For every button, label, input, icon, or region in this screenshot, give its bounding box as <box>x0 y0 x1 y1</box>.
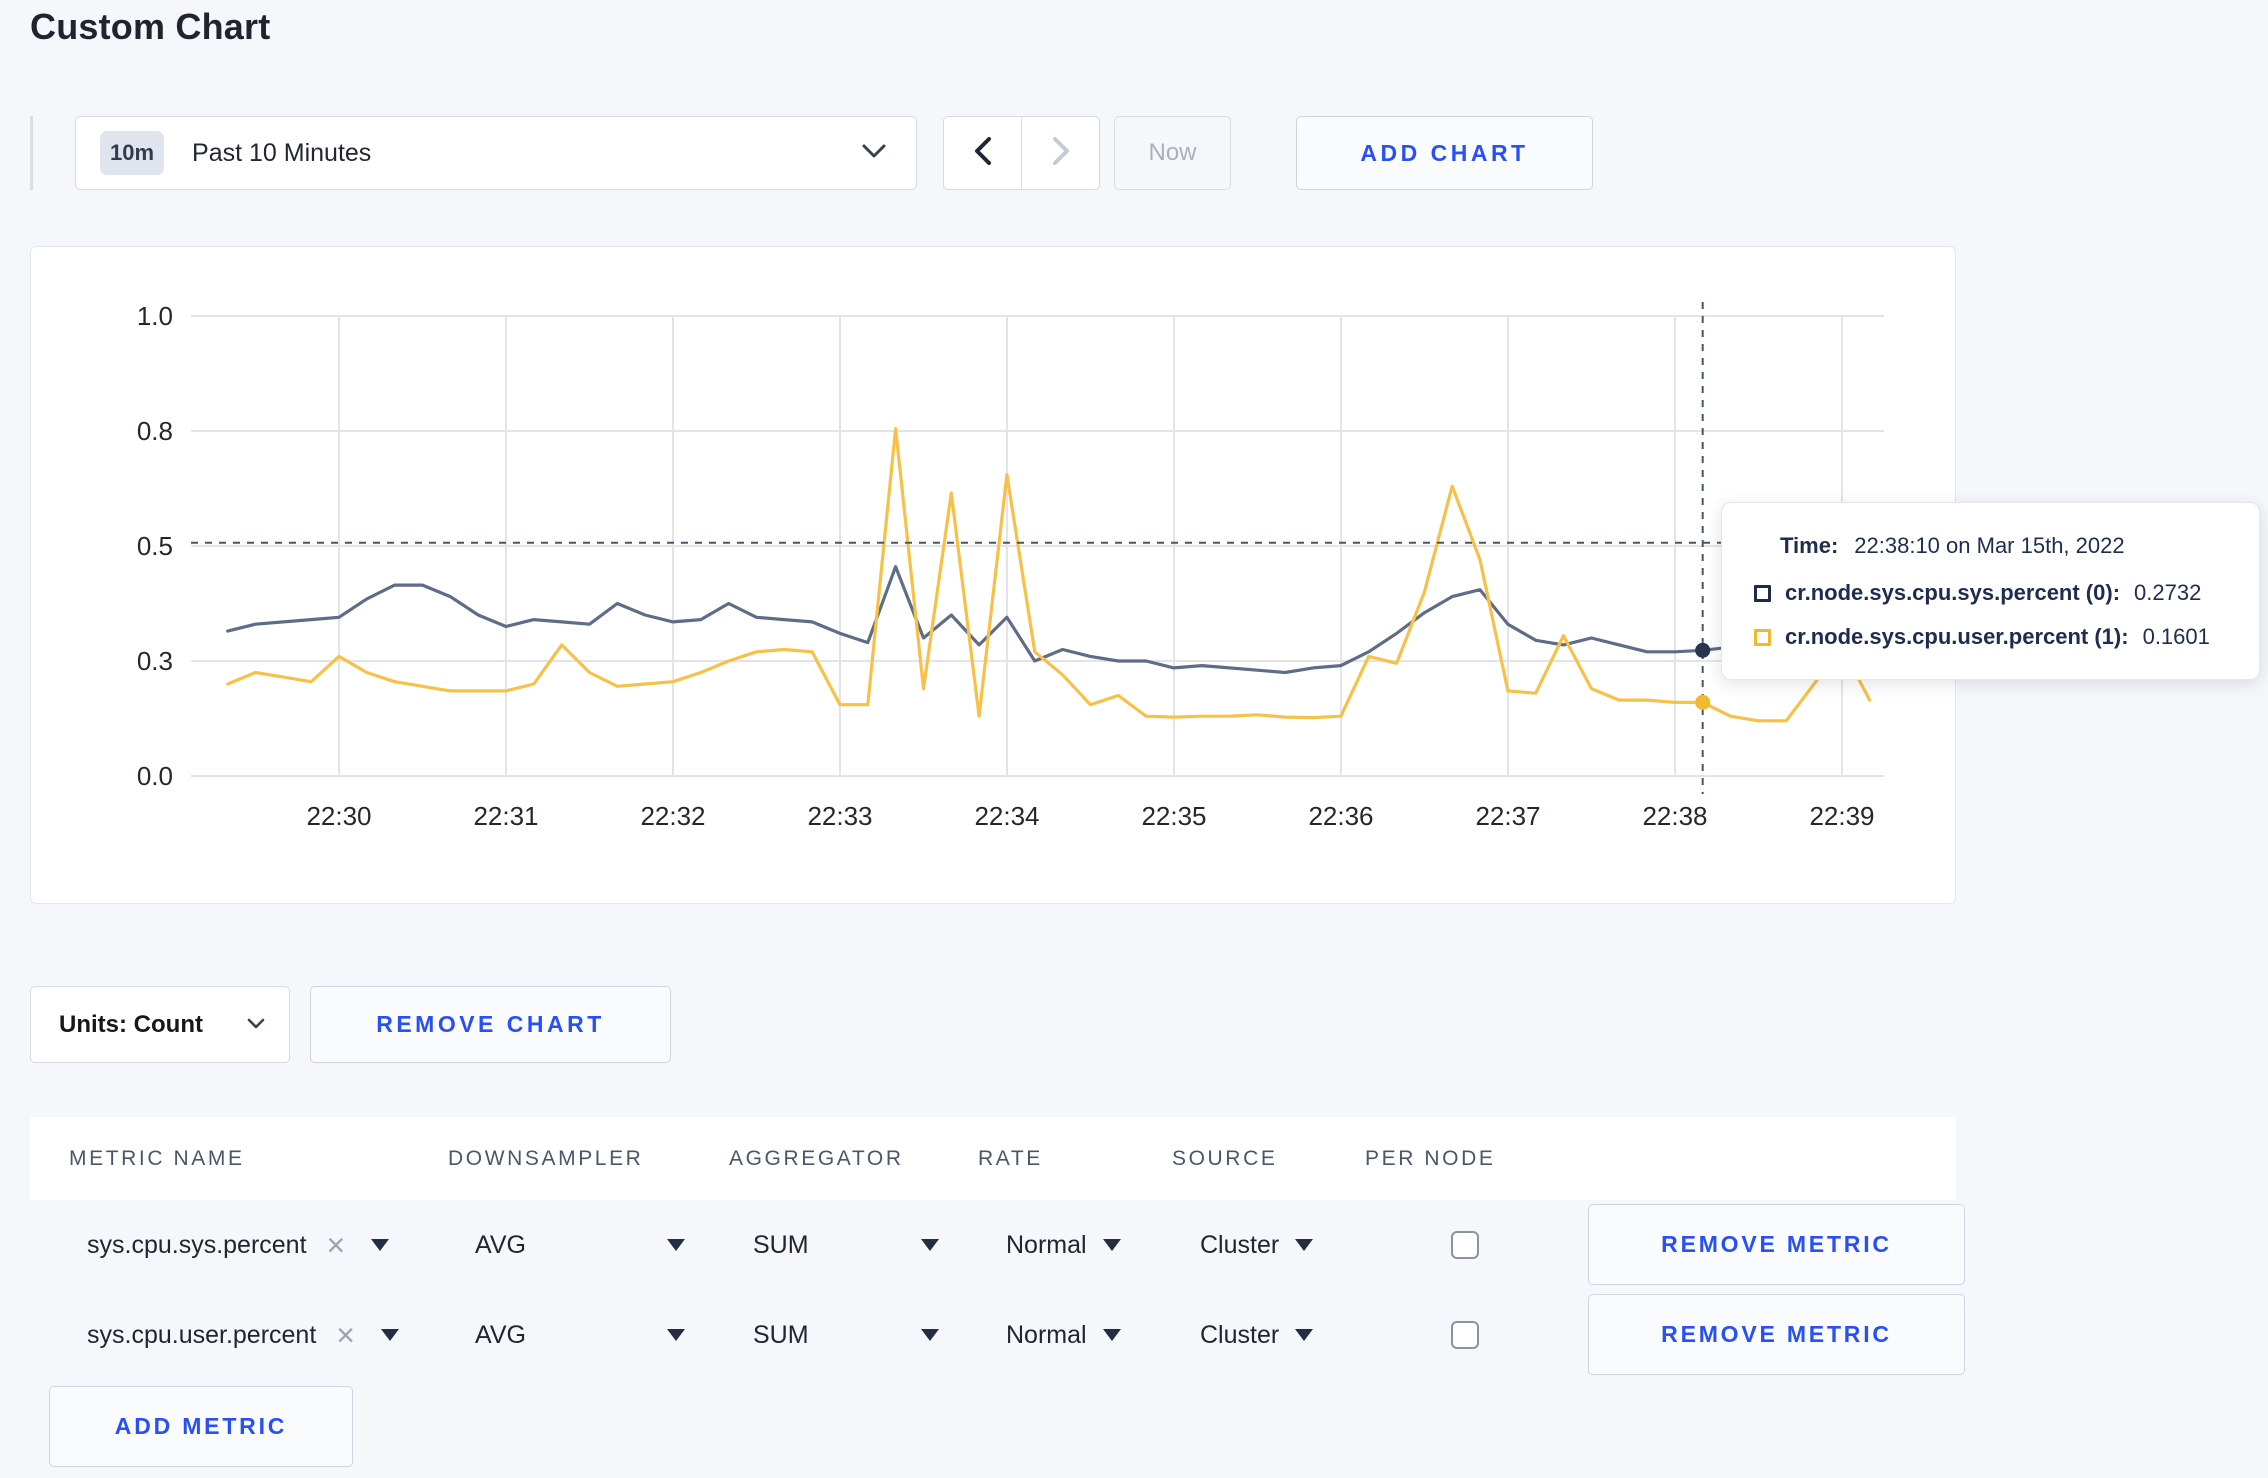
dropdown-arrow-icon <box>667 1239 685 1251</box>
tooltip-series-value: 0.2732 <box>2134 580 2202 605</box>
metric-row: sys.cpu.sys.percent × AVG SUM Normal Clu… <box>30 1200 1965 1290</box>
chart-tooltip: Time: 22:38:10 on Mar 15th, 2022 cr.node… <box>1721 502 2260 680</box>
series-swatch-icon <box>1754 628 1771 646</box>
metric-name-value: sys.cpu.user.percent <box>87 1320 317 1349</box>
tooltip-series-name: cr.node.sys.cpu.sys.percent (0): <box>1785 580 2121 605</box>
remove-metric-button[interactable]: REMOVE METRIC <box>1588 1294 1965 1375</box>
rate-value: Normal <box>1006 1320 1087 1349</box>
source-select[interactable]: Cluster <box>1200 1200 1314 1290</box>
dropdown-arrow-icon <box>1295 1239 1314 1251</box>
timescale-left-rule <box>30 116 33 190</box>
chevron-right-icon <box>1052 136 1070 170</box>
svg-text:22:36: 22:36 <box>1308 801 1373 831</box>
svg-text:22:32: 22:32 <box>640 801 705 831</box>
col-header-aggregator: AGGREGATOR <box>729 1146 904 1170</box>
svg-text:22:39: 22:39 <box>1809 801 1874 831</box>
tooltip-series-row: cr.node.sys.cpu.user.percent (1): 0.1601 <box>1754 619 2259 655</box>
svg-text:22:33: 22:33 <box>807 801 872 831</box>
next-time-button[interactable] <box>1021 117 1099 189</box>
tooltip-series-name: cr.node.sys.cpu.user.percent (1): <box>1785 624 2129 649</box>
col-header-source: SOURCE <box>1172 1146 1278 1170</box>
downsampler-value: AVG <box>475 1320 526 1349</box>
source-select[interactable]: Cluster <box>1200 1290 1314 1380</box>
dropdown-arrow-icon <box>1102 1239 1121 1251</box>
downsampler-select[interactable]: AVG <box>475 1290 685 1380</box>
dropdown-arrow-icon[interactable] <box>380 1329 399 1341</box>
time-range-select[interactable]: 10m Past 10 Minutes <box>75 116 917 190</box>
svg-text:0.3: 0.3 <box>137 646 173 676</box>
close-icon[interactable]: × <box>327 1229 346 1261</box>
time-range-badge: 10m <box>100 131 165 175</box>
col-header-rate: RATE <box>978 1146 1043 1170</box>
aggregator-value: SUM <box>753 1230 809 1259</box>
tooltip-time-label: Time: <box>1780 533 1839 558</box>
rate-select[interactable]: Normal <box>1006 1290 1121 1380</box>
metric-name-select[interactable]: sys.cpu.sys.percent × <box>87 1200 390 1290</box>
tooltip-series-row: cr.node.sys.cpu.sys.percent (0): 0.2732 <box>1754 575 2259 611</box>
units-select-label: Units: Count <box>59 1010 203 1038</box>
col-header-downsampler: DOWNSAMPLER <box>448 1146 644 1170</box>
page-title: Custom Chart <box>30 6 271 47</box>
aggregator-select[interactable]: SUM <box>753 1200 939 1290</box>
dropdown-arrow-icon <box>1102 1329 1121 1341</box>
chevron-left-icon <box>974 136 992 170</box>
close-icon[interactable]: × <box>336 1319 355 1351</box>
svg-text:0.0: 0.0 <box>137 761 173 791</box>
tooltip-series-value: 0.1601 <box>2142 624 2210 649</box>
units-select[interactable]: Units: Count <box>30 986 290 1063</box>
add-metric-button[interactable]: ADD METRIC <box>49 1386 353 1467</box>
source-value: Cluster <box>1200 1320 1280 1349</box>
metric-name-select[interactable]: sys.cpu.user.percent × <box>87 1290 399 1380</box>
aggregator-select[interactable]: SUM <box>753 1290 939 1380</box>
dropdown-arrow-icon[interactable] <box>371 1239 390 1251</box>
chevron-down-icon <box>862 144 886 163</box>
dropdown-arrow-icon <box>1295 1329 1314 1341</box>
add-chart-button[interactable]: ADD CHART <box>1296 116 1593 190</box>
now-button[interactable]: Now <box>1114 116 1231 190</box>
metric-name-value: sys.cpu.sys.percent <box>87 1230 307 1259</box>
svg-text:22:31: 22:31 <box>473 801 538 831</box>
svg-text:22:35: 22:35 <box>1141 801 1206 831</box>
tooltip-time-row: Time: 22:38:10 on Mar 15th, 2022 <box>1780 531 2259 561</box>
series-swatch-icon <box>1754 584 1771 602</box>
rate-select[interactable]: Normal <box>1006 1200 1121 1290</box>
svg-text:22:34: 22:34 <box>974 801 1039 831</box>
dropdown-arrow-icon <box>667 1329 685 1341</box>
remove-metric-button[interactable]: REMOVE METRIC <box>1588 1204 1965 1285</box>
dropdown-arrow-icon <box>921 1329 939 1341</box>
remove-chart-button[interactable]: REMOVE CHART <box>310 986 671 1063</box>
metrics-table-header: METRIC NAME DOWNSAMPLER AGGREGATOR RATE … <box>30 1117 1956 1200</box>
time-range-label: Past 10 Minutes <box>192 138 372 167</box>
downsampler-value: AVG <box>475 1230 526 1259</box>
svg-text:1.0: 1.0 <box>137 301 173 331</box>
dropdown-arrow-icon <box>921 1239 939 1251</box>
svg-text:22:30: 22:30 <box>306 801 371 831</box>
per-node-checkbox[interactable] <box>1451 1231 1479 1259</box>
svg-text:22:37: 22:37 <box>1475 801 1540 831</box>
col-header-metric-name: METRIC NAME <box>69 1146 245 1170</box>
downsampler-select[interactable]: AVG <box>475 1200 685 1290</box>
source-value: Cluster <box>1200 1230 1280 1259</box>
metrics-line-chart[interactable]: 0.0 0.3 0.5 0.8 1.0 22:30 22:31 22:32 22:33 22:34… <box>31 247 1957 905</box>
chevron-down-icon <box>247 1016 265 1034</box>
custom-chart-page: Custom Chart 10m Past 10 Minutes Now ADD… <box>0 0 2268 1478</box>
tooltip-time-value: 22:38:10 on Mar 15th, 2022 <box>1854 533 2125 558</box>
svg-text:0.5: 0.5 <box>137 531 173 561</box>
col-header-per-node: PER NODE <box>1365 1146 1496 1170</box>
chart-card: 0.0 0.3 0.5 0.8 1.0 22:30 22:31 22:32 22:33 22:34… <box>30 246 1956 904</box>
metric-row: sys.cpu.user.percent × AVG SUM Normal Cl… <box>30 1290 1965 1380</box>
time-pager <box>943 116 1100 190</box>
svg-text:0.8: 0.8 <box>137 416 173 446</box>
prev-time-button[interactable] <box>944 117 1021 189</box>
rate-value: Normal <box>1006 1230 1087 1259</box>
aggregator-value: SUM <box>753 1320 809 1349</box>
per-node-checkbox[interactable] <box>1451 1321 1479 1349</box>
svg-text:22:38: 22:38 <box>1642 801 1707 831</box>
